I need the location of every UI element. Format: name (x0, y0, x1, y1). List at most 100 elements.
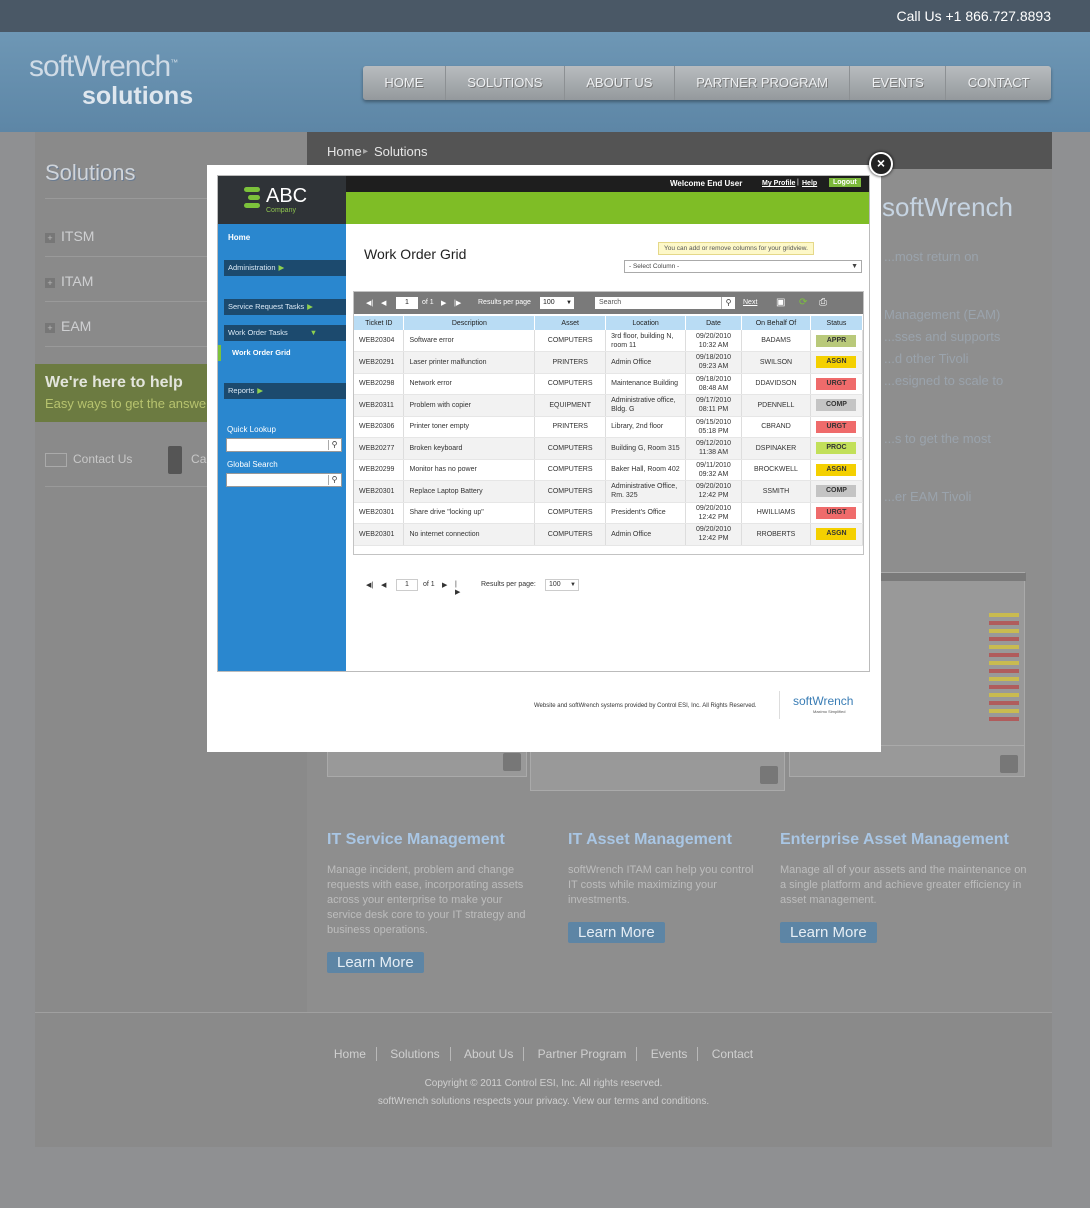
close-modal-icon[interactable]: × (869, 152, 893, 176)
status-cell: ASGN (810, 459, 864, 481)
bottom-results-label: Results per page: (481, 581, 536, 588)
logout-button[interactable]: Logout (829, 178, 861, 187)
col-date[interactable]: Date (685, 316, 742, 330)
left-item-itsm[interactable]: ITSM (45, 228, 94, 244)
date-cell: 09/12/2010 11:38 AM (685, 437, 742, 460)
site-logo[interactable]: softWrench™ (29, 50, 178, 84)
next-page-icon[interactable]: ▶ (441, 299, 446, 307)
itsm-title: IT Service Management (327, 831, 505, 848)
nav-events[interactable]: EVENTS (850, 66, 947, 100)
quick-lookup-input[interactable]: ⚲ (226, 438, 342, 452)
site-header: softWrench™ solutions HOME SOLUTIONS ABO… (0, 32, 1090, 132)
help-subtitle: Easy ways to get the answers (45, 396, 207, 411)
asset-cell: COMPUTERS (534, 459, 607, 481)
sidebar-item-home[interactable]: Home (228, 233, 250, 242)
zoom-icon[interactable] (503, 753, 521, 771)
sidebar-item-reports[interactable]: Reports ▶ (224, 383, 346, 399)
footer-link-home[interactable]: Home (323, 1047, 377, 1061)
table-row[interactable]: WEB20277 Broken keyboard COMPUTERS Building… (354, 437, 864, 460)
zoom-icon[interactable] (1000, 755, 1018, 773)
sidebar-item-work-order-grid[interactable]: Work Order Grid (218, 345, 346, 361)
col-ticket-id[interactable]: Ticket ID (354, 316, 405, 330)
first-page-icon[interactable]: ◀| (366, 299, 373, 307)
search-icon[interactable]: ⚲ (328, 475, 340, 485)
table-row[interactable]: WEB20301 Share drive "locking up" COMPUTER… (354, 502, 864, 524)
table-row[interactable]: WEB20301 No internet connection COMPUTERS A… (354, 523, 864, 546)
status-cell: ASGN (810, 351, 864, 374)
help-title: We're here to help (45, 374, 183, 391)
status-cell: ASGN (810, 523, 864, 546)
mail-icon (45, 453, 67, 467)
nav-about-us[interactable]: ABOUT US (565, 66, 675, 100)
table-row[interactable]: WEB20311 Problem with copier EQUIPMENT Admi… (354, 394, 864, 417)
bottom-results-select[interactable]: 100 (545, 579, 579, 591)
bottom-last-page-icon[interactable]: |▶ (455, 581, 460, 596)
help-link[interactable]: Help (802, 180, 817, 187)
contact-us-link[interactable]: Contact Us Call (45, 446, 212, 474)
site-logo-subtitle: solutions (82, 82, 194, 110)
status-badge: ASGN (816, 528, 857, 541)
my-profile-link[interactable]: My Profile (762, 180, 795, 187)
footer-link-partner-program[interactable]: Partner Program (527, 1047, 638, 1061)
footer-link-events[interactable]: Events (640, 1047, 699, 1061)
grid-header-row: Ticket ID Description Asset Location Dat… (354, 316, 864, 330)
sidebar-item-service-request-tasks[interactable]: Service Request Tasks ▶ (224, 299, 346, 315)
print-icon[interactable]: ⎙ (819, 297, 827, 308)
welcome-text: Welcome End User (670, 179, 743, 188)
table-row[interactable]: WEB20301 Replace Laptop Battery COMPUTERS A… (354, 480, 864, 503)
itam-learn-more-button[interactable]: Learn More (568, 922, 665, 943)
left-item-itam[interactable]: ITAM (45, 273, 93, 289)
location-cell: Building G, Room 315 (605, 437, 687, 460)
table-row[interactable]: WEB20306 Printer toner empty PRINTERS Libra… (354, 416, 864, 438)
refresh-icon[interactable]: ⟳ (799, 297, 807, 308)
sidebar-item-work-order-tasks[interactable]: Work Order Tasks ▼ (224, 325, 346, 341)
next-link[interactable]: Next (743, 299, 757, 306)
nav-solutions[interactable]: SOLUTIONS (446, 66, 565, 100)
grid-search-input[interactable]: Search ⚲ (595, 297, 735, 309)
last-page-icon[interactable]: |▶ (454, 299, 461, 307)
select-column-dropdown[interactable]: - Select Column - (624, 260, 862, 273)
description-cell: Monitor has no power (403, 459, 536, 481)
breadcrumb-home[interactable]: Home (327, 144, 362, 159)
itam-title: IT Asset Management (568, 831, 732, 848)
ticket-id-cell: WEB20311 (354, 394, 405, 417)
bottom-first-page-icon[interactable]: ◀| (366, 581, 373, 589)
bottom-page-input[interactable]: 1 (396, 579, 418, 591)
nav-partner-program[interactable]: PARTNER PROGRAM (675, 66, 851, 100)
col-description[interactable]: Description (403, 316, 536, 330)
phone-icon (167, 446, 182, 474)
eam-learn-more-button[interactable]: Learn More (780, 922, 877, 943)
results-per-page-select[interactable]: 100 (540, 297, 574, 309)
sidebar-item-administration[interactable]: Administration ▶ (224, 260, 346, 276)
zoom-icon[interactable] (760, 766, 778, 784)
col-status[interactable]: Status (810, 316, 864, 330)
bottom-prev-page-icon[interactable]: ◀ (381, 581, 386, 589)
col-location[interactable]: Location (605, 316, 687, 330)
nav-contact[interactable]: CONTACT (946, 66, 1051, 100)
nav-home[interactable]: HOME (363, 66, 446, 100)
footer-link-solutions[interactable]: Solutions (380, 1047, 451, 1061)
itam-column: IT Asset Management softWrench ITAM can … (568, 831, 758, 943)
footer-link-contact[interactable]: Contact (702, 1047, 763, 1061)
page-number-input[interactable]: 1 (396, 297, 418, 309)
table-row[interactable]: WEB20299 Monitor has no power COMPUTERS Bak… (354, 459, 864, 481)
global-search-label: Global Search (227, 460, 278, 469)
prev-page-icon[interactable]: ◀ (381, 299, 386, 307)
col-asset[interactable]: Asset (534, 316, 607, 330)
table-row[interactable]: WEB20304 Software error COMPUTERS 3rd floor… (354, 330, 864, 352)
footer-link-about-us[interactable]: About Us (453, 1047, 525, 1061)
global-search-input[interactable]: ⚲ (226, 473, 342, 487)
grid-toolbar: ◀| ◀ 1 of 1 ▶ |▶ Results per page 100 Se… (354, 292, 863, 314)
left-item-eam[interactable]: EAM (45, 318, 91, 334)
search-icon[interactable]: ⚲ (328, 440, 340, 450)
bottom-next-page-icon[interactable]: ▶ (442, 581, 447, 589)
save-icon[interactable]: ▣ (776, 297, 785, 308)
itsm-learn-more-button[interactable]: Learn More (327, 952, 424, 973)
status-badge: PROC (816, 442, 857, 455)
table-row[interactable]: WEB20291 Laser printer malfunction PRINTER… (354, 351, 864, 374)
table-row[interactable]: WEB20298 Network error COMPUTERS Maintenanc… (354, 373, 864, 395)
date-cell: 09/15/2010 05:18 PM (685, 416, 742, 438)
search-icon[interactable]: ⚲ (721, 297, 735, 309)
status-badge: COMP (816, 485, 857, 498)
col-on-behalf-of[interactable]: On Behalf Of (741, 316, 811, 330)
